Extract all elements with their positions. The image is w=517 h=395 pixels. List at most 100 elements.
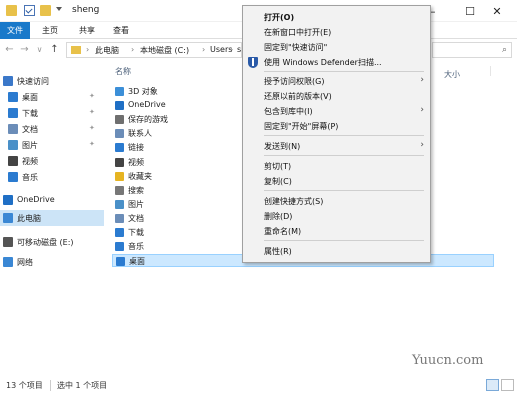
file-name: 下载 bbox=[128, 228, 144, 237]
file-name: 3D 对象 bbox=[128, 87, 158, 96]
context-menu-label: 包含到库中(I) bbox=[264, 107, 313, 116]
context-menu-item[interactable]: 属性(R) bbox=[243, 244, 430, 259]
breadcrumb-separator: › bbox=[131, 45, 135, 54]
tab-share[interactable]: 共享 bbox=[72, 22, 102, 39]
context-menu-label: 发送到(N) bbox=[264, 142, 301, 151]
context-menu-label: 授予访问权限(G) bbox=[264, 77, 325, 86]
file-name: OneDrive bbox=[128, 100, 166, 109]
sidebar-item[interactable]: 视频 bbox=[0, 153, 104, 169]
sidebar-item-label: 下载 bbox=[22, 109, 38, 118]
context-menu-item[interactable]: 固定到"快速访问" bbox=[243, 40, 430, 55]
sidebar-item[interactable]: 可移动磁盘 (E:) bbox=[0, 234, 104, 250]
column-header-size[interactable]: 大小 bbox=[444, 69, 460, 80]
tab-view[interactable]: 查看 bbox=[106, 22, 136, 39]
chevron-right-icon: › bbox=[420, 140, 424, 150]
file-name: 链接 bbox=[128, 143, 144, 152]
menu-separator bbox=[264, 240, 424, 241]
context-menu-item[interactable]: 发送到(N) › bbox=[243, 139, 430, 154]
tab-home[interactable]: 主页 bbox=[35, 22, 65, 39]
sidebar-item-label: 视频 bbox=[22, 157, 38, 166]
item-count: 13 个项目 bbox=[6, 381, 43, 390]
context-menu-label: 固定到"开始"屏幕(P) bbox=[264, 122, 339, 131]
file-name: 保存的游戏 bbox=[128, 115, 168, 124]
new-folder-icon[interactable] bbox=[40, 5, 51, 16]
folder-icon bbox=[6, 5, 17, 16]
chevron-right-icon: › bbox=[420, 75, 424, 85]
quick-access-toolbar-dropdown-icon[interactable] bbox=[56, 7, 62, 11]
context-menu-label: 创建快捷方式(S) bbox=[264, 197, 324, 206]
context-menu-item[interactable]: 固定到"开始"屏幕(P) bbox=[243, 119, 430, 134]
music-icon bbox=[115, 242, 124, 251]
file-name: 音乐 bbox=[128, 242, 144, 251]
sidebar-item[interactable]: 图片 ✦ bbox=[0, 137, 104, 153]
sidebar-item[interactable]: 快速访问 bbox=[0, 73, 104, 89]
context-menu-item[interactable]: 删除(D) bbox=[243, 209, 430, 224]
breadcrumb-separator: › bbox=[86, 45, 90, 54]
breadcrumb-separator: › bbox=[202, 45, 206, 54]
star-icon bbox=[115, 172, 124, 181]
search-input[interactable]: ⌕ bbox=[432, 42, 512, 58]
pin-icon: ✦ bbox=[89, 124, 95, 132]
sidebar-item-label: 网络 bbox=[17, 258, 33, 267]
breadcrumb-this-pc[interactable]: 此电脑 bbox=[95, 45, 119, 56]
sidebar-item[interactable]: 文档 ✦ bbox=[0, 121, 104, 137]
close-button[interactable]: ✕ bbox=[477, 0, 517, 22]
context-menu-label: 使用 Windows Defender扫描... bbox=[264, 58, 382, 67]
context-menu-item[interactable]: 创建快捷方式(S) bbox=[243, 194, 430, 209]
context-menu-item[interactable]: 包含到库中(I) › bbox=[243, 104, 430, 119]
column-divider bbox=[490, 66, 491, 76]
sidebar-item-label: 文档 bbox=[22, 125, 38, 134]
context-menu-label: 在新窗口中打开(E) bbox=[264, 28, 332, 37]
context-menu-item[interactable]: 在新窗口中打开(E) bbox=[243, 25, 430, 40]
sidebar-item[interactable]: 网络 bbox=[0, 254, 104, 270]
menu-separator bbox=[264, 135, 424, 136]
address-bar[interactable]: › 此电脑 › 本地磁盘 (C:) › Users › s bbox=[66, 42, 242, 58]
up-button[interactable]: ↑ bbox=[48, 43, 61, 57]
context-menu-item[interactable]: 授予访问权限(G) › bbox=[243, 74, 430, 89]
folder-icon bbox=[71, 46, 81, 54]
sidebar-item[interactable]: 桌面 ✦ bbox=[0, 89, 104, 105]
context-menu-item[interactable]: 打开(O) bbox=[243, 10, 430, 25]
forward-button[interactable]: → bbox=[18, 43, 31, 57]
column-header-name[interactable]: 名称 bbox=[115, 66, 131, 77]
menu-separator bbox=[264, 155, 424, 156]
sidebar-item-label: OneDrive bbox=[17, 195, 55, 204]
sidebar-item[interactable]: 音乐 bbox=[0, 169, 104, 185]
sidebar-item[interactable]: 此电脑 bbox=[0, 210, 104, 226]
breadcrumb-user-folder[interactable]: s bbox=[237, 45, 241, 54]
context-menu-item[interactable]: 使用 Windows Defender扫描... bbox=[243, 55, 430, 70]
context-menu-label: 属性(R) bbox=[264, 247, 292, 256]
chevron-right-icon: › bbox=[420, 105, 424, 115]
download-icon bbox=[8, 108, 18, 118]
file-name: 搜索 bbox=[128, 186, 144, 195]
download-icon bbox=[115, 228, 124, 237]
games-icon bbox=[115, 115, 124, 124]
context-menu-label: 打开(O) bbox=[264, 13, 295, 22]
properties-check-icon[interactable] bbox=[24, 5, 35, 16]
context-menu-item[interactable]: 重命名(M) bbox=[243, 224, 430, 239]
breadcrumb-local-disk[interactable]: 本地磁盘 (C:) bbox=[140, 45, 189, 56]
watermark: Yuucn.com bbox=[412, 353, 484, 368]
menu-separator bbox=[264, 190, 424, 191]
link-icon bbox=[115, 143, 124, 152]
context-menu-item[interactable]: 剪切(T) bbox=[243, 159, 430, 174]
context-menu-label: 删除(D) bbox=[264, 212, 293, 221]
pictures-icon bbox=[115, 200, 124, 209]
breadcrumb-separator: › bbox=[230, 45, 234, 54]
sidebar-item-label: 可移动磁盘 (E:) bbox=[17, 238, 74, 247]
details-view-button[interactable] bbox=[486, 379, 499, 391]
sidebar-item-label: 快速访问 bbox=[17, 77, 49, 86]
navigation-pane: 快速访问 桌面 ✦ 下载 ✦ 文档 ✦ 图片 ✦ 视频 音乐 OneDrive 此电脑 可移动磁盘 (E:… bbox=[0, 61, 104, 375]
recent-locations-button[interactable]: ∨ bbox=[33, 43, 46, 57]
tab-file[interactable]: 文件 bbox=[0, 22, 30, 39]
back-button[interactable]: ← bbox=[3, 43, 16, 57]
cloud-icon bbox=[3, 195, 13, 205]
cloud-icon bbox=[115, 101, 124, 110]
sidebar-item[interactable]: 下载 ✦ bbox=[0, 105, 104, 121]
context-menu-item[interactable]: 还原以前的版本(V) bbox=[243, 89, 430, 104]
status-divider bbox=[50, 380, 51, 391]
large-icons-view-button[interactable] bbox=[501, 379, 514, 391]
computer-icon bbox=[3, 213, 13, 223]
sidebar-item[interactable]: OneDrive bbox=[0, 192, 104, 208]
context-menu-item[interactable]: 复制(C) bbox=[243, 174, 430, 189]
